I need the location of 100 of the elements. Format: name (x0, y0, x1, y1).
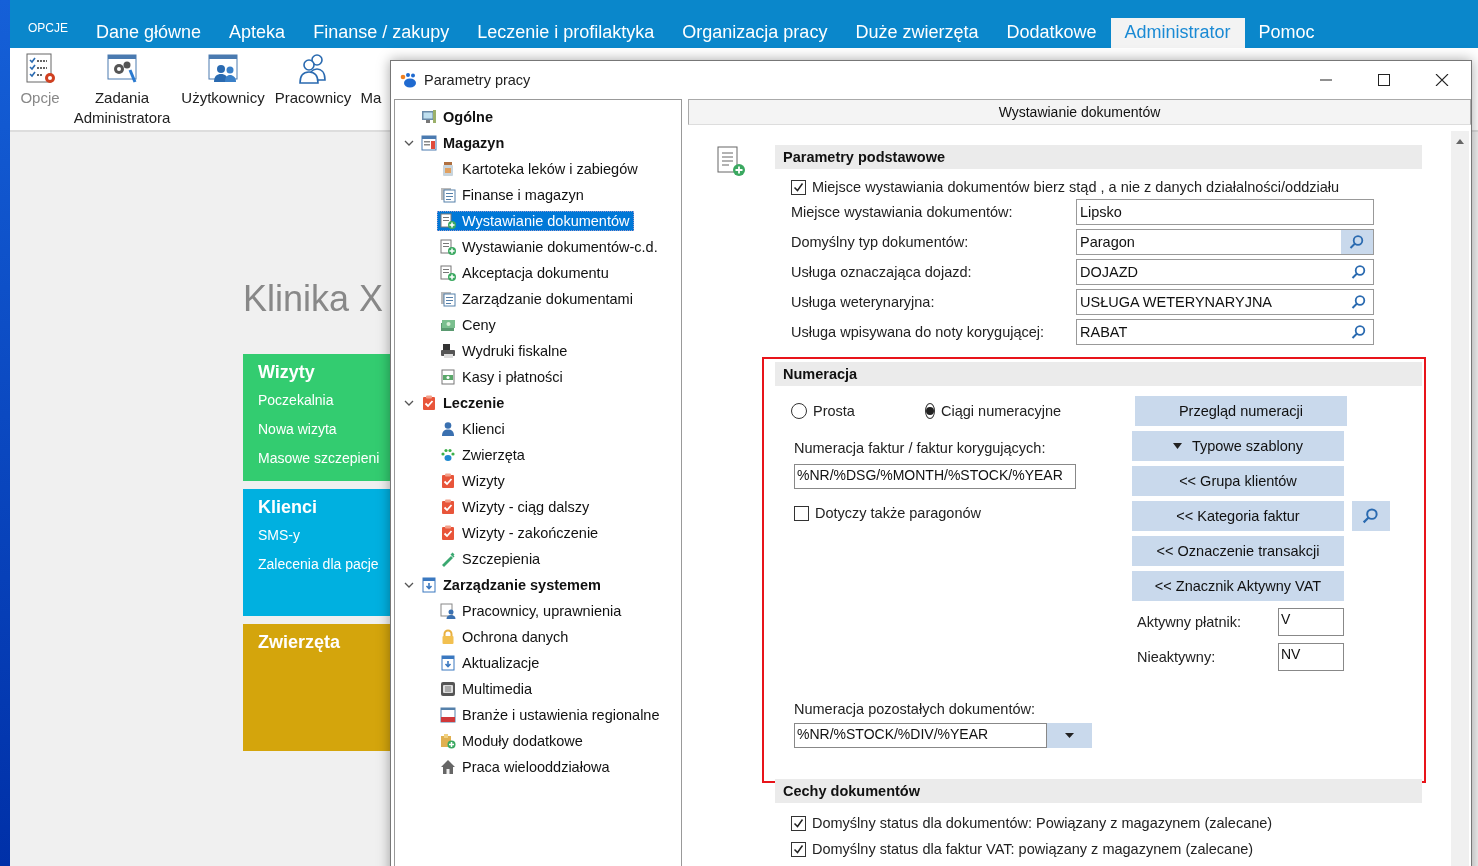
document-stack-icon (440, 187, 456, 203)
radio-button[interactable] (791, 403, 807, 419)
checkbox[interactable] (794, 505, 809, 521)
film-icon (440, 681, 456, 697)
tree-item[interactable]: Zarządzanie dokumentami (437, 289, 637, 309)
ribbon-tab[interactable]: Finanse / zakupy (299, 18, 464, 48)
template-button[interactable]: << Oznaczenie transakcji (1132, 536, 1344, 566)
ribbon-tab[interactable]: Duże zwierzęta (841, 18, 993, 48)
search-icon (1351, 294, 1367, 310)
ribbon-tab[interactable]: Dane główne (82, 18, 216, 48)
tree-item[interactable]: Ceny (437, 315, 500, 335)
input-field[interactable]: DOJAZD (1076, 259, 1374, 285)
tree-item[interactable]: Moduły dodatkowe (437, 731, 587, 751)
clipboard-check-icon (440, 499, 456, 515)
tree-item[interactable]: Aktualizacje (437, 653, 544, 673)
field-label: Numeracja faktur / faktur korygujących: (794, 440, 1047, 456)
ribbon-button[interactable]: Pracownicy (272, 48, 354, 108)
field-label: Usługa oznaczająca dojazd: (791, 264, 973, 280)
syringe-icon (440, 551, 456, 567)
ribbon-tab[interactable]: Leczenie i profilaktyka (463, 18, 669, 48)
printer-icon (440, 343, 456, 359)
checkbox[interactable] (791, 179, 806, 195)
tree-item[interactable]: Leczenie (418, 393, 509, 413)
tree-item[interactable]: Magazyn (418, 133, 509, 153)
options-menu-button[interactable]: OPCJE (22, 21, 82, 48)
field-label: Usługa weterynaryjna: (791, 294, 936, 310)
paw-icon (399, 72, 417, 88)
tree-item[interactable]: Kartoteka leków i zabiegów (437, 159, 642, 179)
tree-item[interactable]: Ochrona danych (437, 627, 573, 647)
ribbon-tab[interactable]: Dodatkowe (992, 18, 1111, 48)
tree-item[interactable]: Wizyty - zakończenie (437, 523, 603, 543)
checkbox[interactable] (791, 815, 806, 831)
tree-item[interactable]: Klienci (437, 419, 509, 439)
ribbon-button[interactable]: Zadania Administratora (70, 48, 174, 128)
radio-label: Prosta (813, 403, 855, 419)
tree-item[interactable]: Branże i ustawienia regionalne (437, 705, 664, 725)
window-icon (440, 707, 456, 723)
input-field[interactable]: %NR/%DSG/%MONTH/%STOCK/%YEAR (794, 464, 1076, 489)
checklist-gear-icon (24, 52, 56, 84)
tree-item[interactable]: Wystawianie dokumentów-c.d. (437, 237, 662, 257)
clinic-title: Klinika X (243, 278, 384, 320)
padlock-icon (440, 629, 456, 645)
template-button[interactable]: Przegląd numeracji (1135, 396, 1347, 426)
tree-item[interactable]: Multimedia (437, 679, 537, 699)
radio-label: Ciągi numeracyjne (941, 403, 1062, 419)
dropdown-field[interactable]: %NR/%STOCK/%DIV/%YEAR (794, 723, 1422, 748)
template-button[interactable]: << Kategoria faktur (1132, 501, 1344, 531)
field-label: Domyślny typ dokumentów: (791, 234, 970, 250)
template-button[interactable]: << Grupa klientów (1132, 466, 1344, 496)
radio-button[interactable] (925, 403, 935, 419)
caret-icon (1065, 733, 1074, 738)
tree-item[interactable]: Pracownicy, uprawnienia (437, 601, 626, 621)
document-plus-icon (715, 145, 747, 177)
paw-icon (440, 447, 456, 463)
checkbox-label: Miejsce wystawiania dokumentów bierz stąd , a nie z danych działalności/oddziału (812, 179, 1340, 195)
tree-item[interactable]: Wydruki fiskalne (437, 341, 572, 361)
tile-title: Klienci (258, 497, 319, 518)
tree-item[interactable]: Akceptacja dokumentu (437, 263, 613, 283)
tree-item[interactable]: Praca wielooddziałowa (437, 757, 614, 777)
package-plus-icon (440, 733, 456, 749)
input-field[interactable]: NV (1278, 643, 1344, 671)
field-label: Numeracja pozostałych dokumentów: (794, 701, 1036, 717)
ribbon-tab[interactable]: Apteka (215, 18, 300, 48)
tree-item[interactable]: Wizyty (437, 471, 509, 491)
tree-item[interactable]: Wizyty - ciąg dalszy (437, 497, 594, 517)
ribbon-button[interactable]: Użytkownicy (180, 48, 266, 108)
tree-item[interactable]: Wystawianie dokumentów (437, 211, 634, 231)
two-people-icon (297, 52, 329, 84)
field-label: Usługa wpisywana do noty korygującej: (791, 324, 1046, 340)
template-button[interactable]: << Znacznik Aktywny VAT (1132, 571, 1344, 601)
search-button[interactable] (1341, 230, 1373, 254)
input-field[interactable]: RABAT (1076, 319, 1374, 345)
scrollbar[interactable] (1451, 131, 1469, 866)
up-arrow-icon (1456, 139, 1464, 144)
template-button[interactable]: Typowe szablony (1132, 431, 1344, 461)
ribbon-tab[interactable]: Organizacja pracy (668, 18, 842, 48)
document-plus-icon (440, 239, 456, 255)
input-field[interactable]: Paragon (1076, 229, 1374, 255)
download-icon (440, 655, 456, 671)
checkmark-icon (793, 817, 804, 829)
document-plus-icon (440, 265, 456, 281)
ribbon-button[interactable]: Ma (360, 48, 382, 108)
ribbon-tab[interactable]: Pomoc (1244, 18, 1329, 48)
tree-item[interactable]: Ogólne (418, 107, 497, 127)
section-header: Cechy dokumentów (775, 779, 1422, 803)
tree-item[interactable]: Kasy i płatności (437, 367, 567, 387)
caret-icon (1172, 443, 1182, 449)
window-users-icon (207, 52, 239, 84)
input-field[interactable]: USŁUGA WETERYNARYJNA (1076, 289, 1374, 315)
tree-item[interactable]: Finanse i magazyn (437, 185, 588, 205)
search-button[interactable] (1352, 501, 1390, 531)
tree-item[interactable]: Zarządzanie systemem (418, 575, 605, 595)
house-icon (440, 759, 456, 775)
checkmark-icon (793, 843, 804, 855)
input-field[interactable]: V (1278, 608, 1344, 636)
checkbox[interactable] (791, 841, 806, 857)
close-icon (1435, 74, 1449, 86)
input-field[interactable]: Lipsko (1076, 199, 1374, 225)
tree-item[interactable]: Zwierzęta (437, 445, 529, 465)
tree-item[interactable]: Szczepienia (437, 549, 545, 569)
